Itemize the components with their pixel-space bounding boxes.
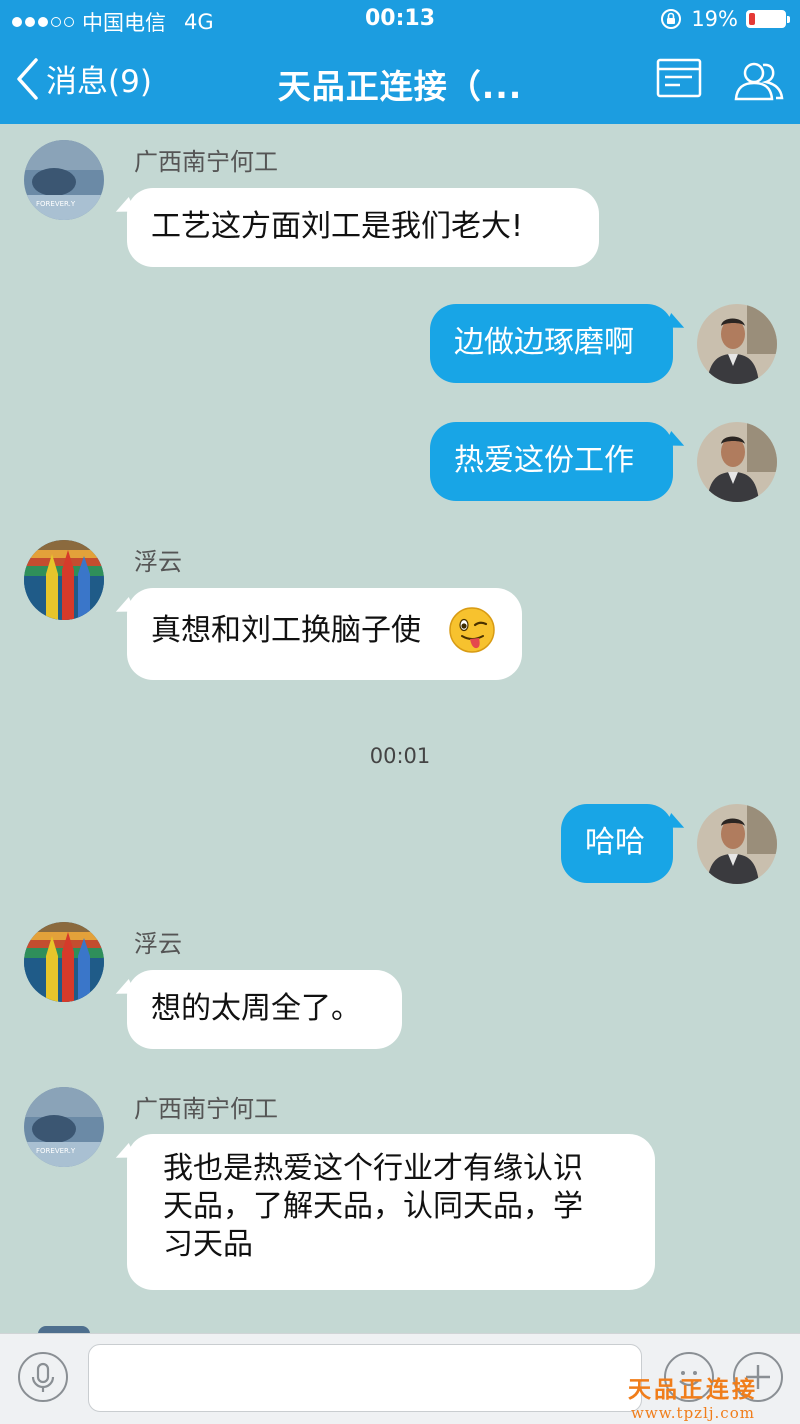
sender-name: 浮云 xyxy=(134,548,182,576)
svg-text:FOREVER.Y: FOREVER.Y xyxy=(36,200,76,208)
incoming-message-bubble[interactable]: 我也是热爱这个行业才有缘认识 天品，了解天品，认同天品，学 习天品 xyxy=(127,1134,655,1290)
pencils-avatar-image xyxy=(24,922,104,1002)
sender-avatar[interactable]: FOREVER.Y xyxy=(24,1087,104,1167)
chat-history-icon[interactable] xyxy=(656,58,702,98)
message-text: 真想和刘工换脑子使 xyxy=(151,613,421,648)
outgoing-message-bubble[interactable]: 哈哈 xyxy=(561,804,673,883)
incoming-message-bubble[interactable]: 工艺这方面刘工是我们老大! xyxy=(127,188,599,267)
microphone-icon xyxy=(31,1362,55,1392)
message-text: 想的太周全了。 xyxy=(151,991,361,1026)
message-timestamp: 00:01 xyxy=(369,744,431,768)
rotation-lock-icon xyxy=(661,9,682,29)
wink-tongue-emoji-icon xyxy=(449,607,495,653)
man-avatar-image xyxy=(697,422,777,502)
message-text: 工艺这方面刘工是我们老大! xyxy=(151,209,524,244)
outgoing-message-bubble[interactable]: 热爱这份工作 xyxy=(430,422,673,501)
incoming-message-bubble[interactable]: 真想和刘工换脑子使 xyxy=(127,588,522,680)
sender-avatar[interactable] xyxy=(24,540,104,620)
message-text: 热爱这份工作 xyxy=(454,443,634,478)
my-avatar[interactable] xyxy=(697,422,777,502)
man-avatar-image xyxy=(697,804,777,884)
message-text: 边做边琢磨啊 xyxy=(454,325,634,360)
battery-percent: 19% xyxy=(691,7,738,31)
smiley-icon xyxy=(679,1371,699,1387)
voice-input-button[interactable] xyxy=(18,1352,68,1402)
denim-avatar-image: FOREVER.Y xyxy=(24,1087,104,1167)
navigation-bar: 消息(9) 天品正连接（... xyxy=(0,40,800,124)
message-text-line: 天品，了解天品，认同天品，学 xyxy=(163,1189,583,1224)
message-text-line: 我也是热爱这个行业才有缘认识 xyxy=(163,1151,583,1186)
my-avatar[interactable] xyxy=(697,304,777,384)
incoming-message-bubble[interactable]: 想的太周全了。 xyxy=(127,970,402,1049)
message-text-line: 习天品 xyxy=(163,1227,253,1262)
more-options-button[interactable] xyxy=(733,1352,783,1402)
man-avatar-image xyxy=(697,304,777,384)
svg-text:FOREVER.Y: FOREVER.Y xyxy=(36,1147,76,1155)
battery-icon xyxy=(746,10,790,28)
message-text-input[interactable] xyxy=(88,1344,642,1412)
sender-name: 广西南宁何工 xyxy=(134,1095,278,1123)
sender-name: 浮云 xyxy=(134,930,182,958)
plus-icon xyxy=(746,1365,770,1389)
message-input-bar xyxy=(0,1333,800,1424)
sender-avatar[interactable] xyxy=(24,922,104,1002)
sender-name: 广西南宁何工 xyxy=(134,148,278,176)
my-avatar[interactable] xyxy=(697,804,777,884)
pencils-avatar-image xyxy=(24,540,104,620)
emoji-button[interactable] xyxy=(664,1352,714,1402)
outgoing-message-bubble[interactable]: 边做边琢磨啊 xyxy=(430,304,673,383)
message-text: 哈哈 xyxy=(585,825,645,860)
status-bar: 中国电信 4G 00:13 19% xyxy=(0,0,800,40)
group-members-icon[interactable] xyxy=(732,58,786,102)
sender-avatar[interactable]: FOREVER.Y xyxy=(24,140,104,220)
denim-avatar-image: FOREVER.Y xyxy=(24,140,104,220)
